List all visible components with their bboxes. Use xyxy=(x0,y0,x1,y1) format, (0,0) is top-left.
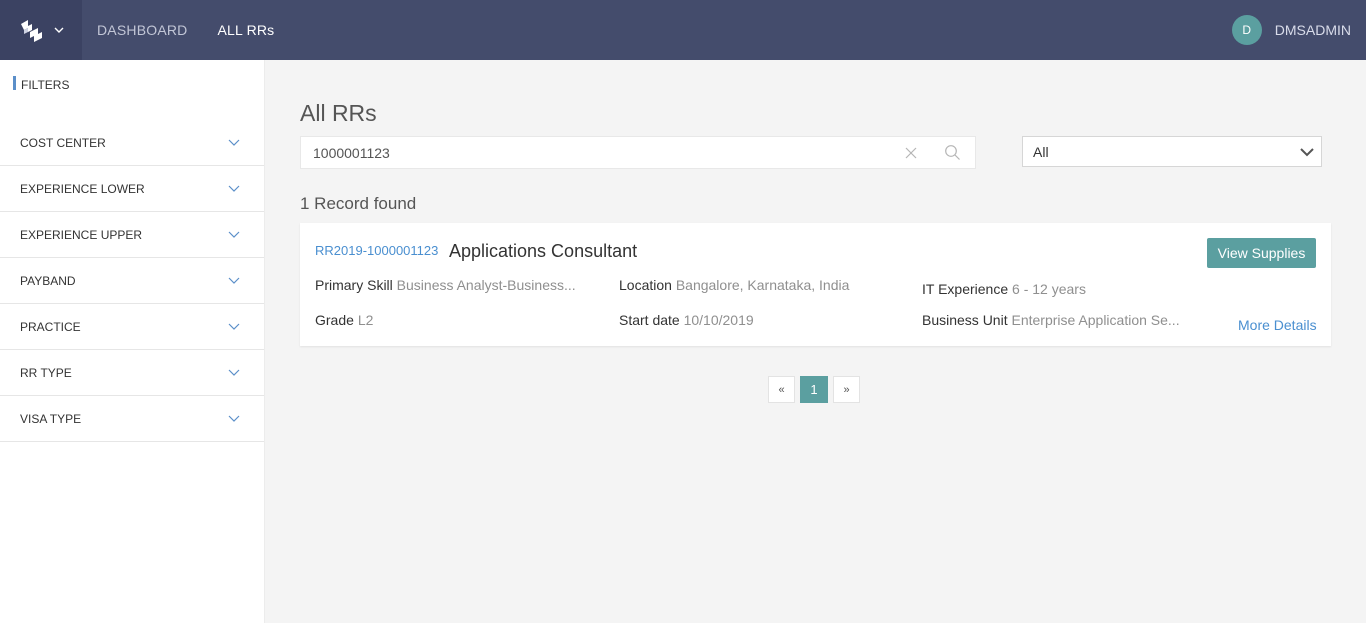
search-icon[interactable] xyxy=(944,144,961,161)
user-menu[interactable]: D DMSADMIN xyxy=(1231,0,1351,60)
avatar: D xyxy=(1231,15,1262,45)
next-page-button[interactable]: » xyxy=(833,376,860,403)
search-box xyxy=(300,136,976,169)
app-logo-menu[interactable] xyxy=(0,0,82,60)
filter-label: PRACTICE xyxy=(20,319,81,334)
field-value: 6 - 12 years xyxy=(1012,281,1086,297)
filter-label: COST CENTER xyxy=(20,135,106,150)
field-value: L2 xyxy=(357,312,374,328)
select-value: All xyxy=(1033,143,1049,160)
filter-rr-type[interactable]: RR TYPE xyxy=(0,350,264,396)
rr-id-link[interactable]: RR2019-1000001123 xyxy=(315,243,438,258)
pagination: « 1 » xyxy=(768,376,860,403)
filter-visa-type[interactable]: VISA TYPE xyxy=(0,396,264,442)
field-it-experience: IT Experience 6 - 12 years xyxy=(922,281,1192,297)
logo-icon xyxy=(21,20,42,42)
filter-label: RR TYPE xyxy=(20,365,72,380)
record-count: 1 Record found xyxy=(300,194,417,213)
view-supplies-button[interactable]: View Supplies xyxy=(1207,238,1316,268)
field-value: Bangalore, Karnataka, India xyxy=(675,277,850,293)
page-1-button[interactable]: 1 xyxy=(800,376,828,403)
filter-label: EXPERIENCE LOWER xyxy=(20,181,145,196)
filters-sidebar: FILTERS COST CENTER EXPERIENCE LOWER EXP… xyxy=(0,60,265,623)
search-input[interactable] xyxy=(301,144,891,161)
chevron-down-icon xyxy=(228,139,240,146)
field-label: Primary Skill xyxy=(315,277,393,293)
clear-icon[interactable] xyxy=(903,145,919,161)
filter-experience-lower[interactable]: EXPERIENCE LOWER xyxy=(0,166,264,212)
field-primary-skill: Primary Skill Business Analyst-Business.… xyxy=(315,277,580,293)
user-name: DMSADMIN xyxy=(1274,22,1351,38)
field-label: Start date xyxy=(619,312,680,328)
field-value: Business Analyst-Business... xyxy=(396,277,576,293)
main-content: All RRs All 1 Record found RR2019-100000… xyxy=(266,60,1366,623)
filter-label: PAYBAND xyxy=(20,273,76,288)
rr-card: RR2019-1000001123 Applications Consultan… xyxy=(300,223,1331,346)
chevron-down-icon xyxy=(228,369,240,376)
chevron-down-icon xyxy=(228,231,240,238)
chevron-down-icon xyxy=(54,27,64,33)
more-details-link[interactable]: More Details xyxy=(1238,317,1317,333)
field-label: Grade xyxy=(315,312,354,328)
filter-list: COST CENTER EXPERIENCE LOWER EXPERIENCE … xyxy=(0,120,264,442)
filter-experience-upper[interactable]: EXPERIENCE UPPER xyxy=(0,212,264,258)
field-value: 10/10/2019 xyxy=(683,312,754,328)
top-navbar: DASHBOARD ALL RRs D DMSADMIN xyxy=(0,0,1366,60)
field-label: Business Unit xyxy=(922,312,1008,328)
chevron-down-icon xyxy=(1300,148,1314,157)
field-grade: Grade L2 xyxy=(315,312,580,328)
field-start-date: Start date 10/10/2019 xyxy=(619,312,909,328)
prev-page-button[interactable]: « xyxy=(768,376,795,403)
filters-title: FILTERS xyxy=(13,76,69,92)
field-location: Location Bangalore, Karnataka, India xyxy=(619,277,909,293)
page-title: All RRs xyxy=(300,100,377,126)
chevron-down-icon xyxy=(228,323,240,330)
filter-cost-center[interactable]: COST CENTER xyxy=(0,120,264,166)
chevron-down-icon xyxy=(228,277,240,284)
filter-payband[interactable]: PAYBAND xyxy=(0,258,264,304)
chevron-down-icon xyxy=(228,415,240,422)
status-select[interactable]: All xyxy=(1022,136,1322,167)
nav-dashboard[interactable]: DASHBOARD xyxy=(97,22,187,38)
filter-practice[interactable]: PRACTICE xyxy=(0,304,264,350)
field-label: Location xyxy=(619,277,672,293)
nav-all-rrs[interactable]: ALL RRs xyxy=(217,22,274,38)
filter-label: VISA TYPE xyxy=(20,411,82,426)
chevron-down-icon xyxy=(228,185,240,192)
field-value: Enterprise Application Se... xyxy=(1011,312,1180,328)
rr-title: Applications Consultant xyxy=(449,241,638,261)
filter-label: EXPERIENCE UPPER xyxy=(20,227,143,242)
field-label: IT Experience xyxy=(922,281,1009,297)
field-business-unit: Business Unit Enterprise Application Se.… xyxy=(922,312,1187,328)
